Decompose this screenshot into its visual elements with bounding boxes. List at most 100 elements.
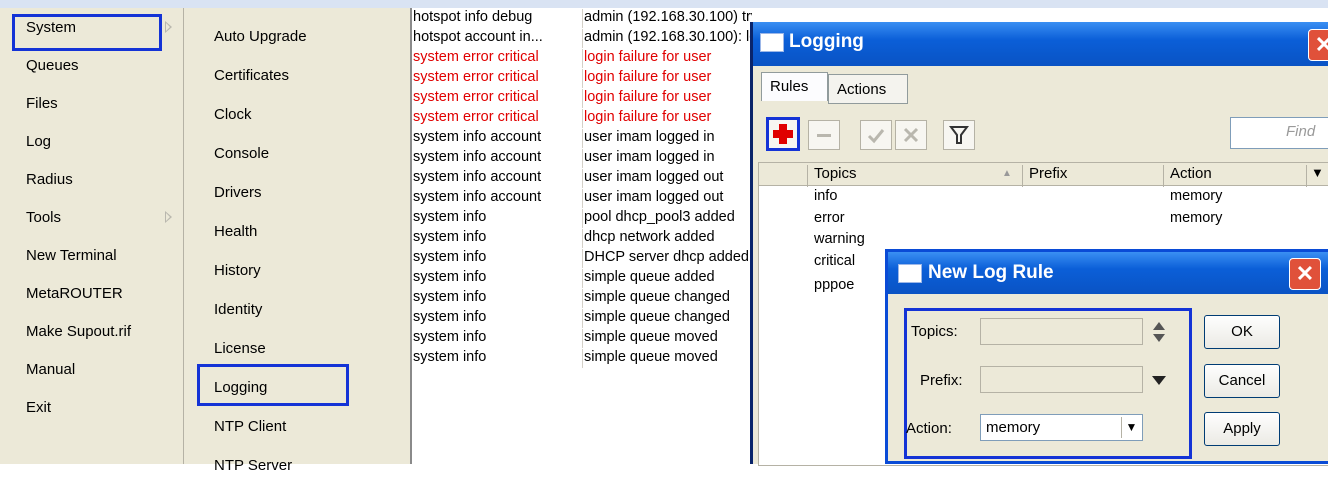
cross-icon xyxy=(903,127,919,143)
highlight-logging xyxy=(197,364,349,406)
topics-field[interactable] xyxy=(980,318,1143,345)
log-row[interactable]: system info DHCP server dhcp added xyxy=(412,249,752,268)
submenu-item-license[interactable]: License xyxy=(184,330,410,368)
prefix-field[interactable] xyxy=(980,366,1143,393)
menu-item-label: MetaROUTER xyxy=(26,285,123,302)
log-row[interactable]: system info account user imam logged out xyxy=(412,169,752,188)
add-button[interactable] xyxy=(766,117,800,151)
log-topics: system info account xyxy=(413,169,542,185)
menu-item-radius[interactable]: Radius xyxy=(0,162,183,200)
window-title: Logging xyxy=(789,31,864,52)
submenu-item-health[interactable]: Health xyxy=(184,213,410,251)
column-divider xyxy=(1022,165,1023,187)
log-row[interactable]: system info account user imam logged in xyxy=(412,149,752,168)
submenu-item-history[interactable]: History xyxy=(184,252,410,290)
submenu-item-clock[interactable]: Clock xyxy=(184,96,410,134)
new-log-rule-dialog: New Log Rule ✕ Topics: Prefix: Action: m… xyxy=(885,249,1328,464)
menu-item-exit[interactable]: Exit xyxy=(0,390,183,428)
column-divider xyxy=(582,149,583,168)
close-icon[interactable]: ✕ xyxy=(1308,29,1328,61)
window-icon xyxy=(760,33,784,52)
log-row[interactable]: system error critical login failure for u… xyxy=(412,89,752,108)
log-message: login failure for user xyxy=(584,49,712,65)
action-select[interactable]: memory ▼ xyxy=(980,414,1143,441)
log-topics: system info xyxy=(413,249,487,265)
log-row[interactable]: hotspot account in... admin (192.168.30.1… xyxy=(412,29,752,48)
rule-action: memory xyxy=(1170,210,1223,226)
log-message: login failure for user xyxy=(584,109,712,125)
find-input[interactable]: Find xyxy=(1230,117,1328,149)
log-message: DHCP server dhcp added xyxy=(584,249,749,265)
submenu-item-drivers[interactable]: Drivers xyxy=(184,174,410,212)
log-row[interactable]: system info simple queue moved xyxy=(412,329,752,348)
menu-item-make-supout[interactable]: Make Supout.rif xyxy=(0,314,183,352)
dropdown-arrow-icon[interactable]: ▼ xyxy=(1121,417,1141,438)
table-row[interactable]: warning xyxy=(759,231,1328,251)
menu-item-files[interactable]: Files xyxy=(0,86,183,124)
log-row[interactable]: system info simple queue moved xyxy=(412,349,752,368)
log-row[interactable]: hotspot info debug admin (192.168.30.100)… xyxy=(412,9,752,28)
table-row[interactable]: info memory xyxy=(759,188,1328,208)
log-list[interactable]: hotspot info debug admin (192.168.30.100)… xyxy=(412,8,752,464)
highlight-system xyxy=(12,14,162,51)
enable-button[interactable] xyxy=(860,120,892,150)
column-action[interactable]: Action xyxy=(1170,165,1212,182)
menu-item-tools[interactable]: Tools xyxy=(0,200,183,238)
menu-item-manual[interactable]: Manual xyxy=(0,352,183,390)
log-row[interactable]: system info simple queue changed xyxy=(412,289,752,308)
ok-button[interactable]: OK xyxy=(1204,315,1280,349)
menu-item-label: New Terminal xyxy=(26,247,117,264)
log-topics: system info xyxy=(413,329,487,345)
submenu-item-auto-upgrade[interactable]: Auto Upgrade xyxy=(184,18,410,56)
log-message: user imam logged out xyxy=(584,189,724,205)
column-divider xyxy=(807,165,808,187)
submenu-item-identity[interactable]: Identity xyxy=(184,291,410,329)
log-row[interactable]: system info account user imam logged in xyxy=(412,129,752,148)
menu-item-metarouter[interactable]: MetaROUTER xyxy=(0,276,183,314)
column-prefix[interactable]: Prefix xyxy=(1029,165,1067,182)
dialog-titlebar[interactable]: New Log Rule ✕ xyxy=(888,252,1328,294)
column-divider xyxy=(1163,165,1164,187)
log-row[interactable]: system error critical login failure for u… xyxy=(412,49,752,68)
updown-icon[interactable] xyxy=(1151,320,1167,344)
sort-arrow-icon: ▲ xyxy=(1002,168,1012,179)
column-menu-icon[interactable]: ▼ xyxy=(1311,165,1324,180)
log-row[interactable]: system info simple queue added xyxy=(412,269,752,288)
log-row[interactable]: system info account user imam logged out xyxy=(412,189,752,208)
logging-titlebar[interactable]: Logging ✕ xyxy=(753,22,1328,66)
cancel-button[interactable]: Cancel xyxy=(1204,364,1280,398)
close-icon[interactable]: ✕ xyxy=(1289,258,1321,290)
column-divider xyxy=(582,89,583,108)
log-row[interactable]: system error critical login failure for u… xyxy=(412,109,752,128)
column-divider xyxy=(582,269,583,288)
log-topics: hotspot info debug xyxy=(413,9,533,25)
log-row[interactable]: system info dhcp network added xyxy=(412,229,752,248)
log-topics: system error critical xyxy=(413,109,539,125)
menu-item-label: Exit xyxy=(26,399,52,416)
menu-item-queues[interactable]: Queues xyxy=(0,48,183,86)
submenu-item-label: NTP Client xyxy=(214,418,287,435)
tab-rules[interactable]: Rules xyxy=(761,72,828,101)
apply-button[interactable]: Apply xyxy=(1204,412,1280,446)
submenu-item-console[interactable]: Console xyxy=(184,135,410,173)
disable-button[interactable] xyxy=(895,120,927,150)
log-row[interactable]: system info simple queue changed xyxy=(412,309,752,328)
log-row[interactable]: system info pool dhcp_pool3 added xyxy=(412,209,752,228)
log-topics: system info xyxy=(413,229,487,245)
menu-item-new-terminal[interactable]: New Terminal xyxy=(0,238,183,276)
table-row[interactable]: error memory xyxy=(759,210,1328,230)
submenu-item-ntp-client[interactable]: NTP Client xyxy=(184,408,410,446)
rule-topics: error xyxy=(814,210,845,226)
log-row[interactable]: system error critical login failure for u… xyxy=(412,69,752,88)
submenu-item-ntp-server[interactable]: NTP Server xyxy=(184,447,410,485)
remove-button[interactable] xyxy=(808,120,840,150)
column-divider xyxy=(582,69,583,88)
page-heading-strip xyxy=(0,0,1328,8)
dropdown-arrow-icon[interactable] xyxy=(1151,372,1167,388)
menu-item-log[interactable]: Log xyxy=(0,124,183,162)
filter-button[interactable] xyxy=(943,120,975,150)
submenu-item-certificates[interactable]: Certificates xyxy=(184,57,410,95)
tab-actions[interactable]: Actions xyxy=(828,74,908,104)
submenu-arrow-icon xyxy=(165,211,172,223)
column-topics[interactable]: Topics xyxy=(814,165,857,182)
